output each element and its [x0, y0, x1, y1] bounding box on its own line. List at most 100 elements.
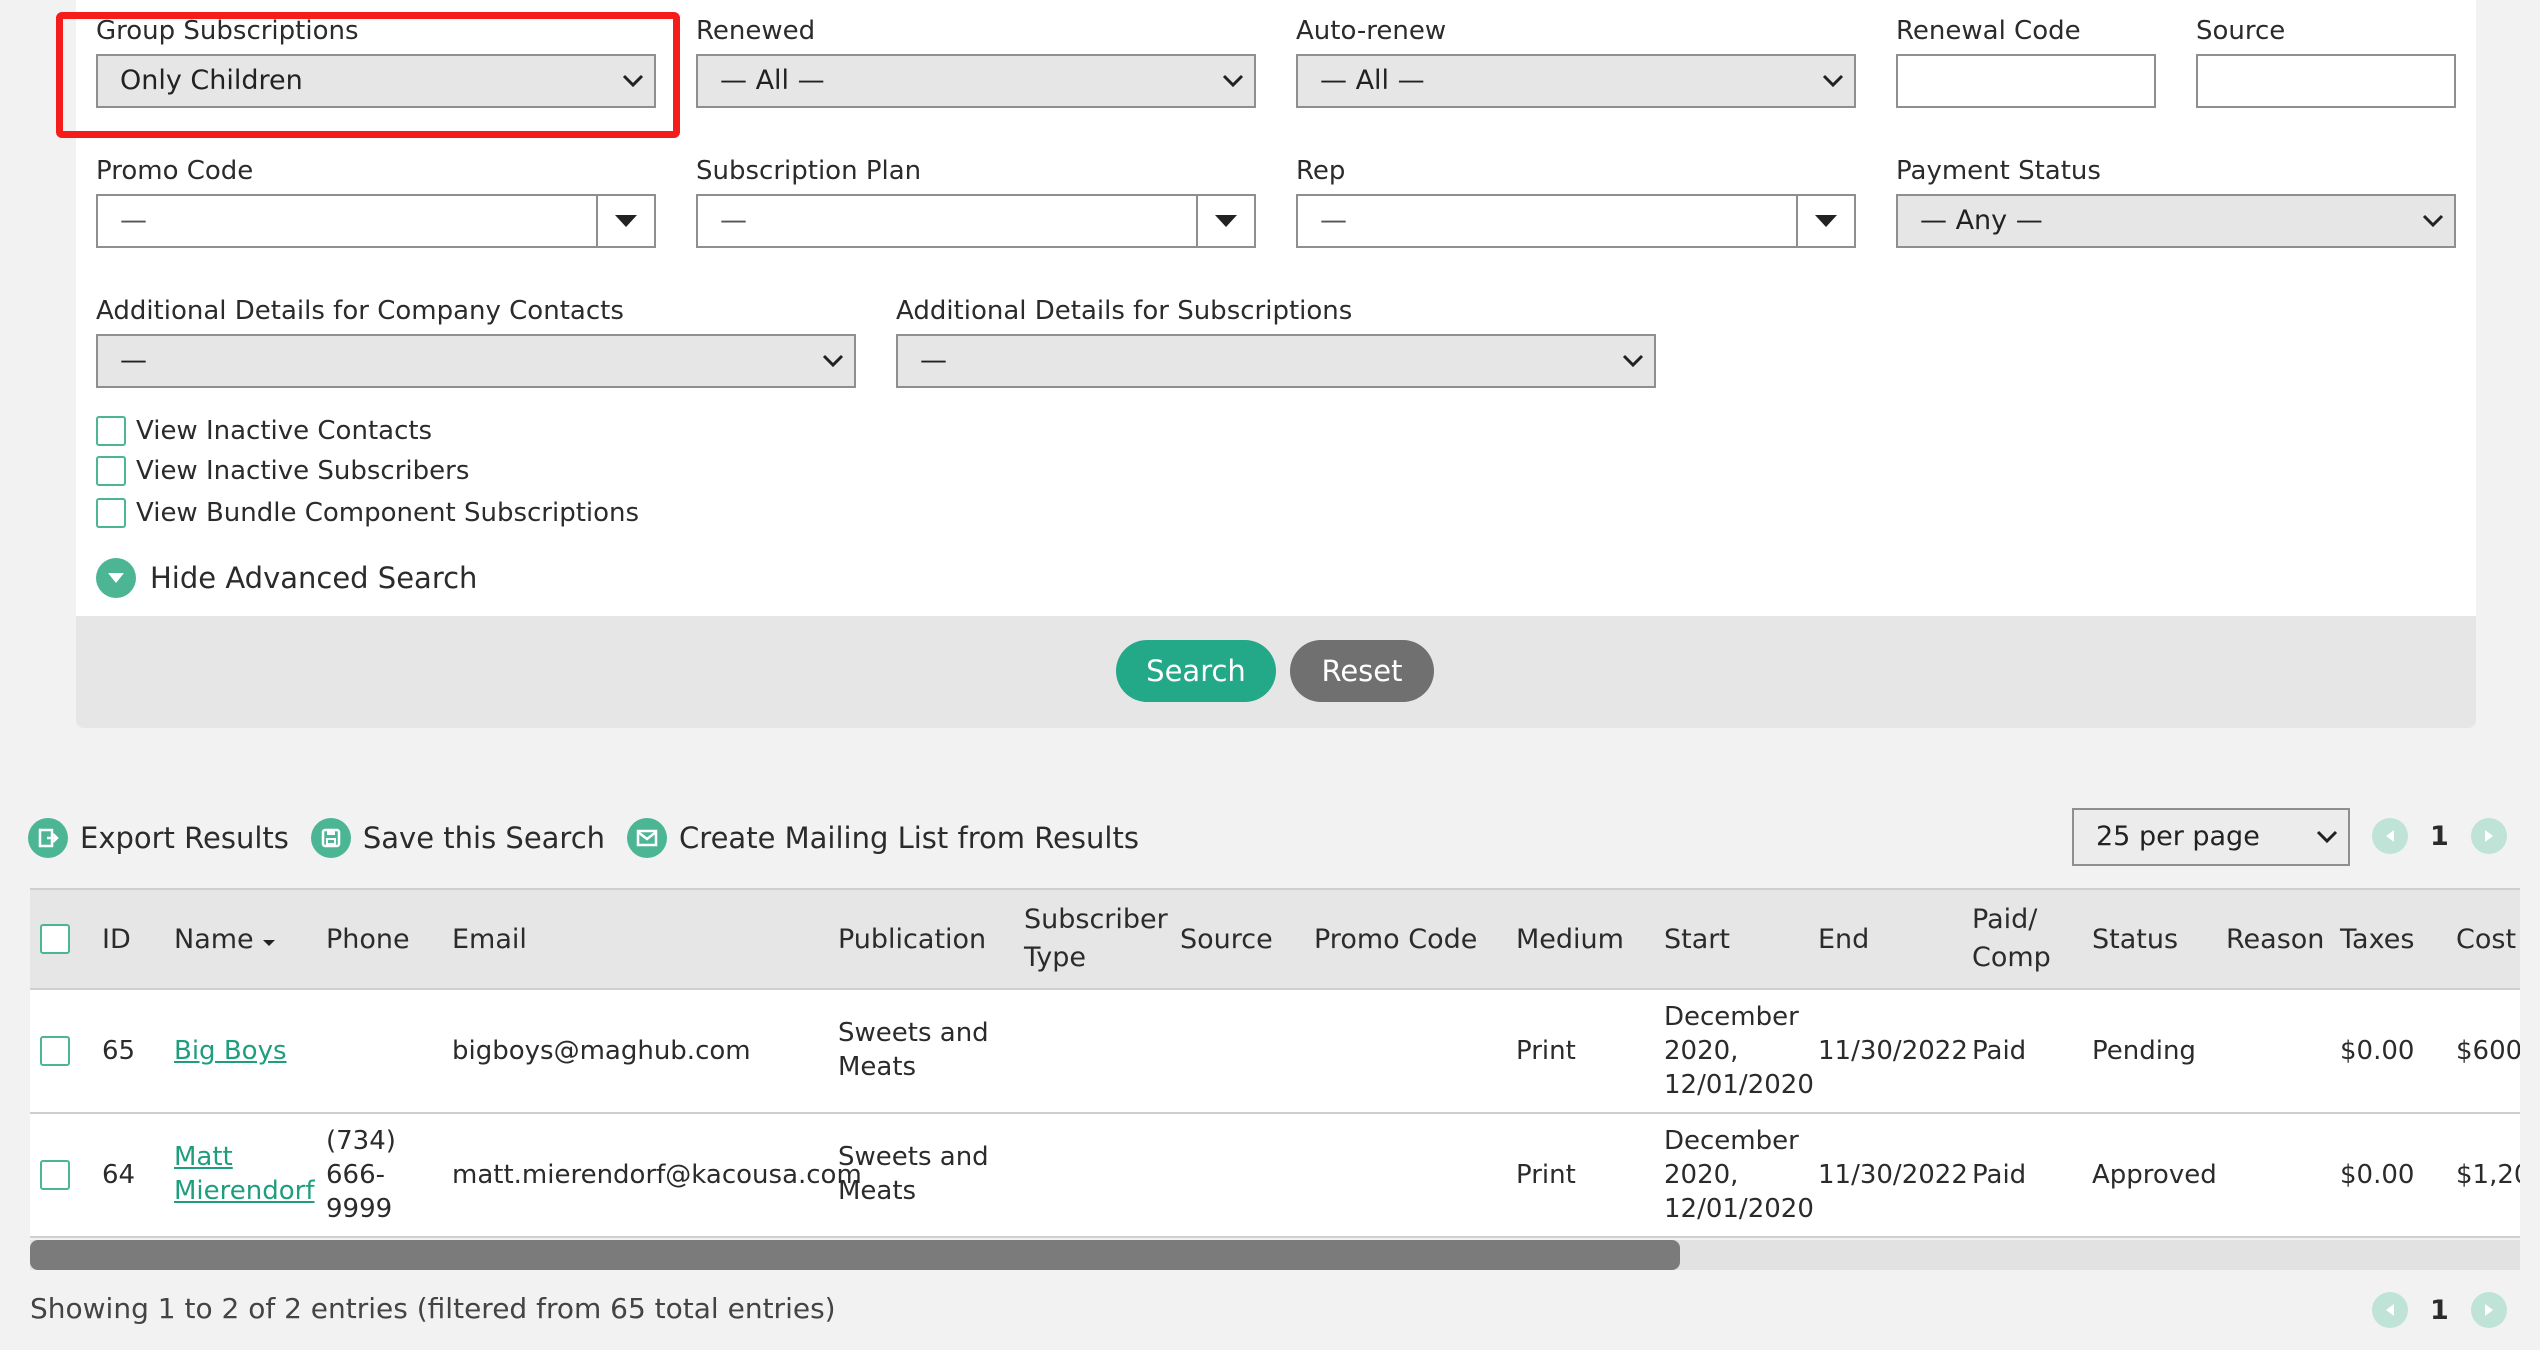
rep-combobox[interactable]: — — [1296, 194, 1856, 248]
reset-button[interactable]: Reset — [1290, 640, 1434, 702]
header-source[interactable]: Source — [1180, 922, 1273, 958]
dropdown-arrow-icon[interactable] — [1196, 196, 1254, 246]
header-status[interactable]: Status — [2092, 922, 2178, 958]
renewal-code-input[interactable] — [1896, 54, 2156, 108]
header-email[interactable]: Email — [452, 922, 527, 958]
cell-paid: Paid — [1972, 1160, 2027, 1190]
renewal-code-label: Renewal Code — [1896, 16, 2081, 46]
cell-start-line3: 12/01/2020 — [1664, 1070, 1814, 1100]
mail-icon — [627, 818, 668, 858]
renewed-value: — All — — [720, 65, 825, 96]
row-checkbox[interactable] — [40, 1160, 70, 1190]
dropdown-arrow-icon[interactable] — [596, 196, 654, 246]
header-phone[interactable]: Phone — [326, 922, 410, 958]
save-search-label: Save this Search — [362, 821, 606, 855]
chevron-down-circle-icon — [96, 558, 136, 598]
cell-start-line3: 12/01/2020 — [1664, 1194, 1814, 1224]
additional-company-value: — — [120, 345, 147, 376]
auto-renew-value: — All — — [1320, 65, 1425, 96]
view-inactive-contacts-checkbox[interactable] — [96, 416, 126, 446]
chevron-down-icon — [2316, 810, 2338, 864]
cell-name-link-line1[interactable]: Matt — [174, 1140, 233, 1174]
header-end[interactable]: End — [1818, 922, 1869, 958]
source-input[interactable] — [2196, 54, 2456, 108]
promo-code-label: Promo Code — [96, 156, 254, 186]
header-publication[interactable]: Publication — [838, 922, 986, 958]
view-inactive-subscribers-checkbox[interactable] — [96, 456, 126, 486]
create-mailing-list-label: Create Mailing List from Results — [679, 821, 1139, 855]
dropdown-arrow-icon[interactable] — [1796, 196, 1854, 246]
header-paid-line2[interactable]: Comp — [1972, 940, 2051, 976]
chevron-down-icon — [2422, 196, 2444, 246]
header-taxes[interactable]: Taxes — [2340, 922, 2414, 958]
export-results-label: Export Results — [80, 821, 289, 855]
cell-cost: $1,20 — [2456, 1160, 2520, 1190]
select-all-checkbox[interactable] — [40, 924, 70, 954]
chevron-down-icon — [822, 336, 844, 386]
cell-status: Pending — [2092, 1036, 2196, 1066]
auto-renew-select[interactable]: — All — — [1296, 54, 1856, 108]
cell-email: matt.mierendorf@kacousa.com — [452, 1160, 862, 1190]
header-name-label: Name — [174, 924, 254, 955]
cell-name-link[interactable]: Big Boys — [174, 1034, 287, 1068]
cell-paid: Paid — [1972, 1036, 2027, 1066]
current-page-number[interactable]: 1 — [2430, 1295, 2449, 1326]
payment-status-select[interactable]: — Any — — [1896, 194, 2456, 248]
export-icon — [28, 818, 68, 858]
auto-renew-label: Auto-renew — [1296, 16, 1447, 46]
header-name[interactable]: Name — [174, 922, 276, 958]
cell-phone-line2: 666- — [326, 1160, 386, 1190]
promo-code-value: — — [120, 205, 147, 236]
payment-status-label: Payment Status — [1896, 156, 2101, 186]
cell-publication-line2: Meats — [838, 1176, 917, 1206]
cell-phone-line1: (734) — [326, 1126, 396, 1156]
cell-name-link-line2[interactable]: Mierendorf — [174, 1174, 315, 1208]
additional-company-select[interactable]: — — [96, 334, 856, 388]
header-start[interactable]: Start — [1664, 922, 1730, 958]
header-medium[interactable]: Medium — [1516, 922, 1624, 958]
cell-taxes: $0.00 — [2340, 1160, 2415, 1190]
renewed-select[interactable]: — All — — [696, 54, 1256, 108]
additional-company-label: Additional Details for Company Contacts — [96, 296, 624, 326]
subscription-plan-combobox[interactable]: — — [696, 194, 1256, 248]
cell-phone-line3: 9999 — [326, 1194, 393, 1224]
current-page-number[interactable]: 1 — [2430, 821, 2449, 852]
row-checkbox[interactable] — [40, 1036, 70, 1066]
rep-value: — — [1320, 205, 1347, 236]
view-bundle-components-label: View Bundle Component Subscriptions — [136, 498, 640, 528]
next-page-icon[interactable] — [2470, 818, 2507, 854]
export-results-link[interactable]: Export Results — [28, 818, 289, 858]
subscription-plan-value: — — [720, 205, 747, 236]
next-page-icon[interactable] — [2470, 1292, 2507, 1328]
create-mailing-list-link[interactable]: Create Mailing List from Results — [627, 818, 1139, 858]
hide-advanced-search-toggle[interactable]: Hide Advanced Search — [96, 558, 477, 598]
pager-bottom: 1 — [2372, 1292, 2507, 1328]
additional-subscriptions-select[interactable]: — — [896, 334, 1656, 388]
header-id[interactable]: ID — [102, 922, 131, 958]
per-page-select[interactable]: 25 per page — [2072, 808, 2350, 866]
table-row: 65 Big Boys bigboys@maghub.com Sweets an… — [30, 990, 2520, 1114]
horizontal-scrollbar-thumb[interactable] — [30, 1240, 1680, 1270]
cell-id: 64 — [102, 1160, 136, 1190]
cell-publication-line1: Sweets and — [838, 1018, 989, 1048]
rep-label: Rep — [1296, 156, 1346, 186]
cell-medium: Print — [1516, 1160, 1576, 1190]
cell-taxes: $0.00 — [2340, 1036, 2415, 1066]
table-header: ID Name Phone Email Publication Subscrib… — [30, 888, 2520, 990]
header-subscriber-type-line2[interactable]: Type — [1024, 940, 1086, 976]
view-inactive-contacts-label: View Inactive Contacts — [136, 416, 433, 446]
save-search-link[interactable]: Save this Search — [310, 818, 606, 858]
header-promo-code[interactable]: Promo Code — [1314, 922, 1477, 958]
header-paid-line1[interactable]: Paid/ — [1972, 902, 2037, 938]
cell-id: 65 — [102, 1036, 136, 1066]
header-reason[interactable]: Reason — [2226, 922, 2324, 958]
header-subscriber-type-line1[interactable]: Subscriber — [1024, 902, 1168, 938]
table-row: 64 Matt Mierendorf (734) 666- 9999 matt.… — [30, 1114, 2520, 1238]
prev-page-icon[interactable] — [2372, 818, 2408, 854]
sort-down-icon — [262, 924, 276, 955]
search-button[interactable]: Search — [1116, 640, 1276, 702]
prev-page-icon[interactable] — [2372, 1292, 2408, 1328]
promo-code-combobox[interactable]: — — [96, 194, 656, 248]
view-bundle-components-checkbox[interactable] — [96, 498, 126, 528]
header-cost[interactable]: Cost — [2456, 922, 2516, 958]
